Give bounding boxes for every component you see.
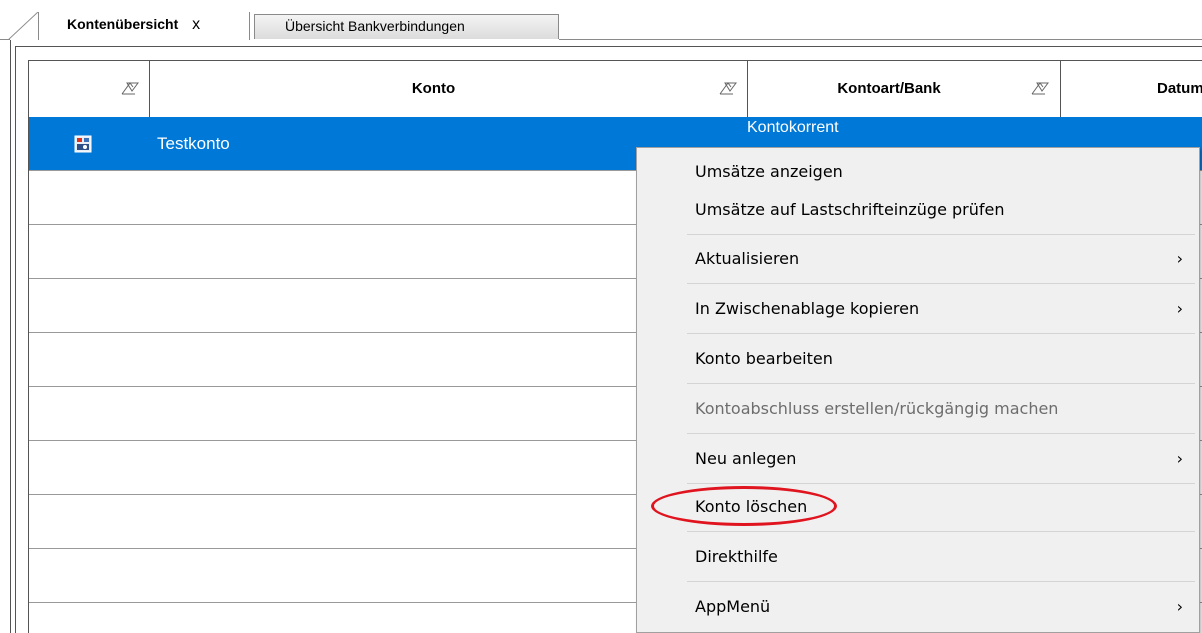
menu-item-umsaetze-anzeigen[interactable]: Umsätze anzeigen bbox=[637, 156, 1199, 188]
chevron-right-icon: › bbox=[1176, 597, 1183, 616]
grid-header: Konto Kontoart/Bank Datum bbox=[29, 61, 1202, 118]
tab-bar: Kontenübersicht x Übersicht Bankverbindu… bbox=[0, 0, 1202, 40]
column-header-datum[interactable]: Datum bbox=[1061, 61, 1202, 117]
divider bbox=[559, 39, 1202, 40]
tab-edge-decoration bbox=[8, 12, 38, 40]
menu-item-lastschrift-pruefen[interactable]: Umsätze auf Lastschrifteinzüge prüfen bbox=[637, 194, 1199, 226]
menu-separator bbox=[687, 433, 1195, 434]
panel-border bbox=[15, 46, 1202, 47]
menu-separator bbox=[687, 234, 1195, 235]
sort-icon[interactable] bbox=[121, 81, 139, 95]
tab-label: Übersicht Bankverbindungen bbox=[285, 18, 465, 34]
panel-border bbox=[10, 40, 11, 633]
chevron-right-icon: › bbox=[1176, 299, 1183, 318]
chevron-right-icon: › bbox=[1176, 249, 1183, 268]
sort-icon[interactable] bbox=[719, 81, 737, 95]
menu-item-konto-bearbeiten[interactable]: Konto bearbeiten bbox=[637, 343, 1199, 375]
tab-uebersicht-bankverbindungen[interactable]: Übersicht Bankverbindungen bbox=[254, 14, 559, 39]
menu-separator bbox=[687, 581, 1195, 582]
menu-item-neu-anlegen[interactable]: Neu anlegen › bbox=[637, 443, 1199, 475]
menu-separator bbox=[687, 383, 1195, 384]
tab-label: Kontenübersicht bbox=[67, 16, 179, 32]
column-header-kontoart-bank[interactable]: Kontoart/Bank bbox=[748, 61, 1061, 117]
context-menu: Umsätze anzeigen Umsätze auf Lastschrift… bbox=[636, 147, 1200, 633]
close-icon[interactable]: x bbox=[192, 16, 200, 33]
account-icon bbox=[74, 135, 92, 153]
account-type: Kontokorrent bbox=[747, 119, 839, 136]
menu-separator bbox=[687, 283, 1195, 284]
chevron-right-icon: › bbox=[1176, 449, 1183, 468]
menu-item-aktualisieren[interactable]: Aktualisieren › bbox=[637, 243, 1199, 275]
menu-separator bbox=[687, 333, 1195, 334]
menu-item-appmenue[interactable]: AppMenü › bbox=[637, 591, 1199, 623]
account-name: Testkonto bbox=[157, 134, 230, 153]
column-header-icon[interactable] bbox=[29, 61, 150, 117]
menu-item-konto-loeschen[interactable]: Konto löschen bbox=[637, 491, 1199, 523]
divider bbox=[0, 39, 10, 40]
panel-border bbox=[15, 46, 16, 633]
menu-item-direkthilfe[interactable]: Direkthilfe bbox=[637, 541, 1199, 573]
tab-kontenuebersicht[interactable]: Kontenübersicht x bbox=[38, 12, 250, 40]
menu-separator bbox=[687, 483, 1195, 484]
menu-item-kontoabschluss[interactable]: Kontoabschluss erstellen/rückgängig mach… bbox=[637, 393, 1199, 425]
column-header-konto[interactable]: Konto bbox=[150, 61, 748, 117]
sort-icon[interactable] bbox=[1031, 81, 1049, 95]
menu-separator bbox=[687, 531, 1195, 532]
menu-item-zwischenablage[interactable]: In Zwischenablage kopieren › bbox=[637, 293, 1199, 325]
